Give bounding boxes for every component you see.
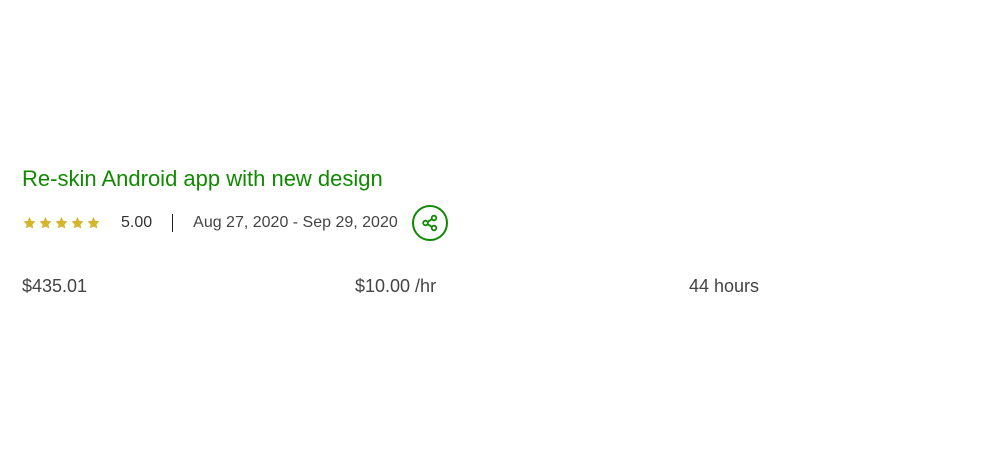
job-meta-row: 5.00 Aug 27, 2020 - Sep 29, 2020 xyxy=(22,204,448,242)
hours-worked: 44 hours xyxy=(689,276,760,296)
share-button[interactable] xyxy=(411,205,448,241)
star-icon xyxy=(55,217,68,229)
meta-divider xyxy=(172,214,174,232)
star-icon xyxy=(87,217,100,229)
date-range: Aug 27, 2020 - Sep 29, 2020 xyxy=(193,214,398,231)
star-icon xyxy=(71,217,84,229)
star-rating xyxy=(22,216,101,230)
share-icon xyxy=(422,214,437,232)
star-icon xyxy=(39,217,52,229)
job-title-link[interactable]: Re-skin Android app with new design xyxy=(22,165,383,193)
total-earned: $435.01 xyxy=(22,276,88,296)
star-icon xyxy=(23,217,36,229)
rating-value: 5.00 xyxy=(121,214,153,231)
hourly-rate: $10.00 /hr xyxy=(355,276,437,296)
